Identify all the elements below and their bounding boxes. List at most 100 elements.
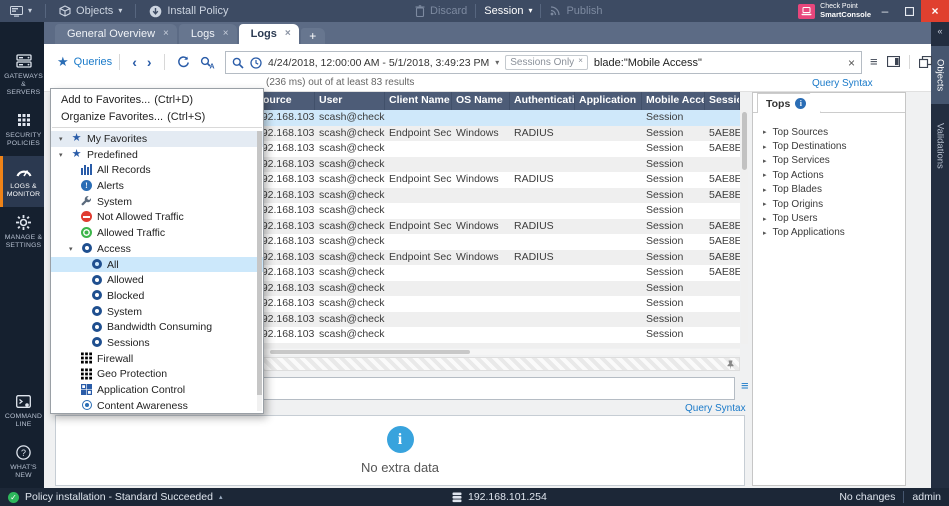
cell-client: Endpoint Security	[385, 172, 452, 188]
sessions-only-filter-tag[interactable]: Sessions Only ×	[505, 55, 588, 70]
favorite-star-icon[interactable]: ★	[57, 54, 69, 70]
close-tab-icon[interactable]: ×	[285, 29, 291, 39]
scrollbar-thumb[interactable]	[257, 131, 262, 395]
column-header-osname[interactable]: OS Name	[452, 92, 510, 110]
sidebar-item-logs-monitor[interactable]: LOGS & MONITOR	[0, 156, 44, 207]
date-range-value[interactable]: 4/24/2018, 12:00:00 AM - 5/1/2018, 3:49:…	[268, 57, 489, 69]
chevron-up-icon[interactable]: ▴	[219, 493, 223, 501]
auto-refresh-query-icon[interactable]: A	[195, 56, 220, 69]
app-menu-button[interactable]: ▾	[10, 6, 32, 17]
tops-item-top-services[interactable]: ▸Top Services	[753, 154, 905, 168]
query-syntax-link[interactable]: Query Syntax	[812, 78, 873, 89]
detail-options-menu-icon[interactable]: ≡	[741, 381, 749, 391]
objects-panel-tab[interactable]: Objects	[931, 46, 949, 104]
query-search-field[interactable]: 4/24/2018, 12:00:00 AM - 5/1/2018, 3:49:…	[225, 51, 862, 74]
column-header-session[interactable]: Session	[705, 92, 740, 110]
close-tab-icon[interactable]: ×	[223, 29, 229, 39]
new-tab-button[interactable]: +	[301, 28, 325, 44]
query-tree-item-all[interactable]: All	[51, 257, 263, 273]
menu-item-organize-favorites-[interactable]: Organize Favorites...(Ctrl+S)	[51, 108, 263, 125]
policy-status[interactable]: ✓ Policy installation - Standard Succeed…	[8, 491, 222, 503]
queries-menu-button[interactable]: Queries	[74, 56, 113, 68]
query-tree-item-allowed[interactable]: Allowed	[51, 272, 263, 288]
tops-item-top-sources[interactable]: ▸Top Sources	[753, 125, 905, 139]
tops-item-top-applications[interactable]: ▸Top Applications	[753, 226, 905, 240]
query-tree-item-system[interactable]: System	[51, 194, 263, 210]
query-tree-item-my-favorites[interactable]: ▾★My Favorites	[51, 131, 263, 147]
scrollbar-thumb[interactable]	[270, 350, 470, 354]
pin-icon[interactable]	[726, 360, 735, 370]
collapse-panel-button[interactable]: «	[931, 26, 949, 36]
maximize-button[interactable]	[897, 0, 921, 22]
query-tree-item-blocked[interactable]: Blocked	[51, 288, 263, 304]
tops-item-top-users[interactable]: ▸Top Users	[753, 211, 905, 225]
query-tree-item-system[interactable]: System	[51, 304, 263, 320]
query-tree-item-sessions[interactable]: Sessions	[51, 335, 263, 351]
chevron-down-icon[interactable]: ▾	[59, 135, 63, 143]
session-menu-button[interactable]: Session ▾	[484, 5, 532, 17]
logged-in-user[interactable]: admin	[912, 491, 941, 503]
column-header-authenticatio[interactable]: Authenticatio...	[510, 92, 575, 110]
minimize-button[interactable]: –	[873, 0, 897, 22]
panel-layout-icon[interactable]	[887, 56, 900, 67]
query-tree-item-application-control[interactable]: Application Control	[51, 382, 263, 398]
tab-general-overview[interactable]: General Overview×	[55, 24, 177, 44]
close-tab-icon[interactable]: ×	[163, 29, 169, 39]
close-button[interactable]: ×	[921, 0, 949, 22]
cell-app	[575, 265, 642, 281]
menu-scrollbar[interactable]	[257, 131, 262, 411]
sidebar-item-manage-settings[interactable]: MANAGE & SETTINGS	[0, 207, 44, 258]
query-tree-item-url-filtering[interactable]: URL Filtering	[51, 413, 263, 414]
sidebar-item-security-policies[interactable]: SECURITY POLICIES	[0, 105, 44, 156]
chevron-down-icon[interactable]: ▾	[59, 151, 63, 159]
tops-item-top-destinations[interactable]: ▸Top Destinations	[753, 139, 905, 153]
tops-item-top-blades[interactable]: ▸Top Blades	[753, 183, 905, 197]
vertical-scrollbar[interactable]	[741, 110, 748, 344]
sidebar-item-what-s-new[interactable]: ?WHAT'S NEW	[0, 437, 44, 488]
query-tree-item-not-allowed-traffic[interactable]: Not Allowed Traffic	[51, 209, 263, 225]
menu-item-add-to-favorites-[interactable]: Add to Favorites...(Ctrl+D)	[51, 91, 263, 108]
column-header-user[interactable]: User	[315, 92, 385, 110]
sidebar-item-gateways-servers[interactable]: GATEWAYS & SERVERS	[0, 46, 44, 105]
query-syntax-link-bottom[interactable]: Query Syntax	[685, 403, 746, 414]
tab-logs[interactable]: Logs×	[179, 24, 237, 44]
clear-query-icon[interactable]: ×	[848, 56, 855, 70]
column-header-clientname[interactable]: Client Name	[385, 92, 452, 110]
remove-filter-icon[interactable]: ×	[578, 56, 583, 65]
query-tree-item-content-awareness[interactable]: Content Awareness	[51, 398, 263, 414]
open-new-window-icon[interactable]	[919, 56, 932, 68]
forward-button[interactable]: ›	[142, 55, 157, 69]
tops-item-top-actions[interactable]: ▸Top Actions	[753, 168, 905, 182]
objects-menu-button[interactable]: Objects ▾	[59, 5, 122, 17]
validations-panel-tab[interactable]: Validations	[931, 110, 949, 182]
install-policy-button[interactable]: Install Policy	[149, 5, 228, 18]
refresh-icon[interactable]	[172, 56, 195, 69]
tops-item-top-origins[interactable]: ▸Top Origins	[753, 197, 905, 211]
query-tree-item-geo-protection[interactable]: Geo Protection	[51, 366, 263, 382]
query-tree-item-all-records[interactable]: All Records	[51, 162, 263, 178]
query-tree-item-allowed-traffic[interactable]: Allowed Traffic	[51, 225, 263, 241]
discard-button[interactable]: Discard	[415, 5, 467, 17]
options-menu-icon[interactable]: ≡	[870, 54, 878, 69]
tab-logs[interactable]: Logs×	[239, 24, 299, 44]
info-icon[interactable]: i	[795, 98, 806, 109]
brand-line2: SmartConsole	[820, 10, 871, 19]
publish-button[interactable]: Publish	[549, 5, 602, 17]
column-header-mobileaccess[interactable]: Mobile Access...	[642, 92, 705, 110]
changes-indicator[interactable]: No changes	[839, 491, 895, 503]
chevron-down-icon[interactable]: ▾	[69, 245, 73, 253]
query-tree-item-bandwidth-consuming[interactable]: Bandwidth Consuming	[51, 319, 263, 335]
query-tree-item-firewall[interactable]: Firewall	[51, 351, 263, 367]
back-button[interactable]: ‹	[127, 55, 142, 69]
divider	[475, 4, 476, 18]
griddots9-icon	[18, 112, 30, 128]
scrollbar-thumb[interactable]	[742, 112, 747, 170]
query-text[interactable]: blade:"Mobile Access"	[594, 57, 842, 69]
query-tree-item-access[interactable]: ▾Access	[51, 241, 263, 257]
query-tree-item-alerts[interactable]: !Alerts	[51, 178, 263, 194]
column-header-application[interactable]: Application	[575, 92, 642, 110]
cell-app	[575, 327, 642, 343]
sidebar-item-command-line[interactable]: COMMAND LINE	[0, 386, 44, 437]
chevron-down-icon[interactable]: ▾	[495, 58, 499, 67]
query-tree-item-predefined[interactable]: ▾★Predefined	[51, 147, 263, 163]
